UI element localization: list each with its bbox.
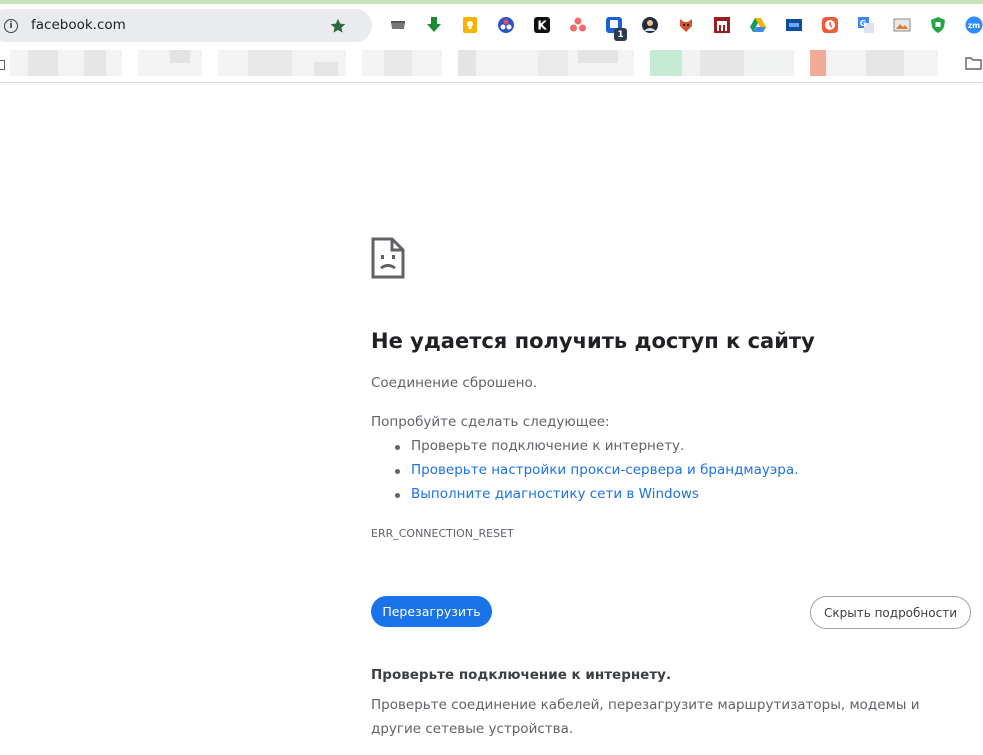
p-badge-extension[interactable]: 1 [605,16,629,42]
bookmark-star-icon[interactable] [329,17,347,35]
image-icon[interactable] [893,16,911,34]
castle-icon[interactable] [713,16,731,34]
tray-icon[interactable] [389,16,407,34]
network-diagnostics-link[interactable]: Выполните диагностику сети в Windows [411,486,699,502]
suggestions-heading: Попробуйте сделать следующее: [371,414,610,430]
url-text[interactable]: facebook.com [31,17,126,33]
hide-details-button[interactable]: Скрыть подробности [810,596,971,629]
download-arrow-icon[interactable] [425,16,443,34]
shield-icon[interactable] [929,16,947,34]
error-summary: Соединение сброшено. [371,375,538,391]
bookmark-item-blurred[interactable] [218,50,346,76]
sad-page-icon [371,237,405,279]
translate-icon[interactable]: G [857,16,875,34]
bookmark-item-blurred[interactable] [810,50,938,76]
flag-icon[interactable] [785,16,803,34]
suggestion-network-diagnostics: Выполните диагностику сети в Windows [395,486,798,510]
svg-text:K: K [537,19,547,33]
bookmark-item-blurred[interactable] [138,50,202,76]
bookmark-item-blurred[interactable] [650,50,794,76]
suggestion-check-connection: Проверьте подключение к интернету. [395,438,798,462]
dots-icon[interactable] [569,16,587,34]
bookmarks-bar [0,46,983,83]
extension-badge: 1 [614,28,627,41]
page-title: Не удается получить доступ к сайту [371,329,815,353]
details-title: Проверьте подключение к интернету. [371,667,672,683]
circles-icon[interactable] [497,16,515,34]
browser-toolbar: i facebook.com K 1 G zm [0,4,983,46]
svg-text:G: G [860,19,867,28]
address-bar[interactable]: i facebook.com [0,9,372,42]
proxy-firewall-link[interactable]: Проверьте настройки прокси-сервера и бра… [411,462,798,478]
zoom-icon[interactable]: zm [965,16,983,34]
suggestions-list: Проверьте подключение к интернету. Прове… [395,438,798,510]
fox-icon[interactable] [677,16,695,34]
folder-icon[interactable] [965,56,982,70]
bookmark-edge-icon[interactable] [0,60,5,70]
suggestion-proxy-firewall: Проверьте настройки прокси-сервера и бра… [395,462,798,486]
bookmark-item-blurred[interactable] [362,50,442,76]
error-code: ERR_CONNECTION_RESET [371,527,514,540]
svg-text:zm: zm [968,21,980,30]
reload-button[interactable]: Перезагрузить [371,596,492,627]
details-body: Проверьте соединение кабелей, перезагруз… [371,697,920,737]
clock-icon[interactable] [821,16,839,34]
avatar-ext-icon[interactable] [641,16,659,34]
k-icon[interactable]: K [533,16,551,34]
site-info-icon[interactable]: i [4,19,18,33]
bookmark-item-blurred[interactable] [10,50,122,76]
bookmark-item-blurred[interactable] [458,50,634,76]
keep-notes-icon[interactable] [461,16,479,34]
drive-icon[interactable] [749,16,767,34]
